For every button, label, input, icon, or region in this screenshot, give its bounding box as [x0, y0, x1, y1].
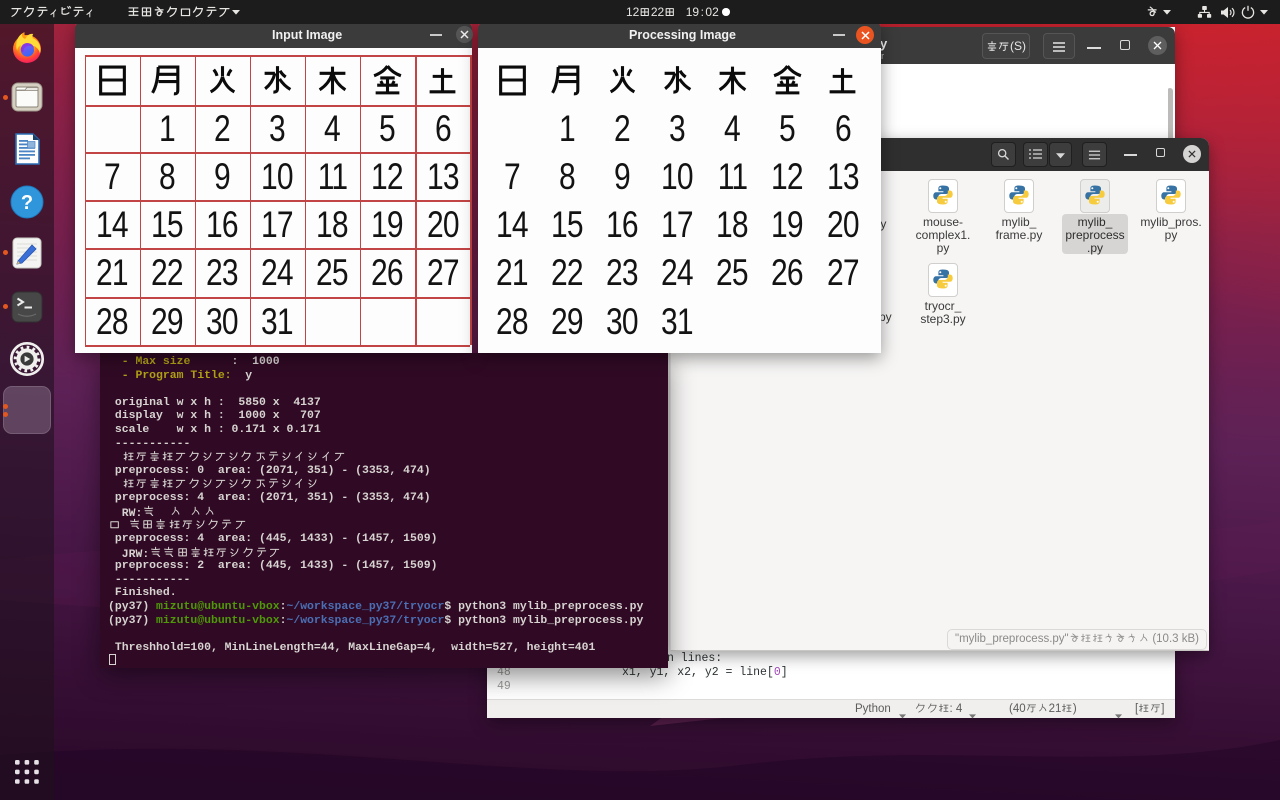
svg-text:?: ? [21, 192, 33, 214]
